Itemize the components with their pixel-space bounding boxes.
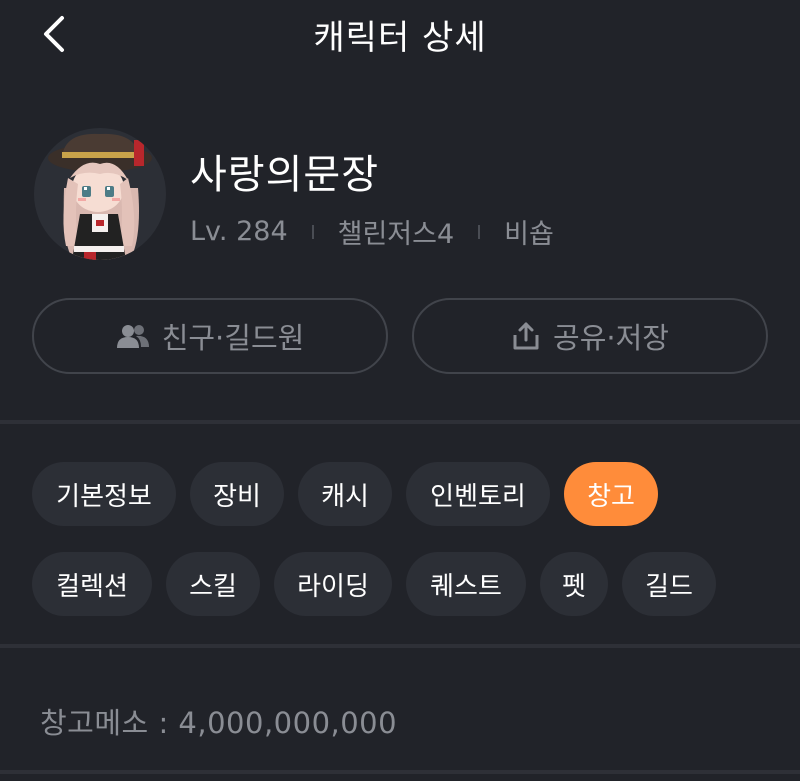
share-save-button[interactable]: 공유·저장 [412, 298, 768, 374]
meta-separator [478, 224, 481, 239]
tab-storage[interactable]: 창고 [564, 462, 658, 526]
character-meta: Lv. 284 챌린저스4 비숍 [190, 212, 554, 251]
character-job: 비숍 [504, 219, 554, 250]
section-divider [0, 770, 800, 774]
tab-quest[interactable]: 퀘스트 [406, 552, 526, 616]
tab-riding[interactable]: 라이딩 [274, 552, 392, 616]
friends-guild-label: 친구·길드원 [161, 321, 305, 355]
section-divider [0, 644, 800, 648]
tab-collection[interactable]: 컬렉션 [32, 552, 152, 616]
tab-equipment[interactable]: 장비 [190, 462, 284, 526]
avatar [34, 128, 166, 260]
tab-guild[interactable]: 길드 [622, 552, 716, 616]
character-name: 사랑의문장 [190, 152, 379, 198]
section-divider [0, 420, 800, 424]
storage-mesos: 창고메소 : 4,000,000,000 [40, 706, 398, 740]
people-icon [116, 323, 150, 349]
tab-basic-info[interactable]: 기본정보 [32, 462, 176, 526]
meta-separator [311, 224, 314, 239]
tab-pet[interactable]: 펫 [540, 552, 608, 616]
friends-guild-button[interactable]: 친구·길드원 [32, 298, 388, 374]
character-level: Lv. 284 [190, 216, 288, 247]
header: 캐릭터 상세 [0, 0, 800, 70]
character-world: 챌린저스4 [337, 219, 455, 250]
share-icon [511, 321, 541, 351]
tab-skill[interactable]: 스킬 [166, 552, 260, 616]
page-title: 캐릭터 상세 [313, 18, 487, 58]
tab-cash[interactable]: 캐시 [298, 462, 392, 526]
share-save-label: 공유·저장 [553, 321, 669, 355]
tab-inventory[interactable]: 인벤토리 [406, 462, 550, 526]
character-avatar-image [48, 133, 152, 260]
character-profile: 사랑의문장 Lv. 284 챌린저스4 비숍 [0, 120, 800, 270]
